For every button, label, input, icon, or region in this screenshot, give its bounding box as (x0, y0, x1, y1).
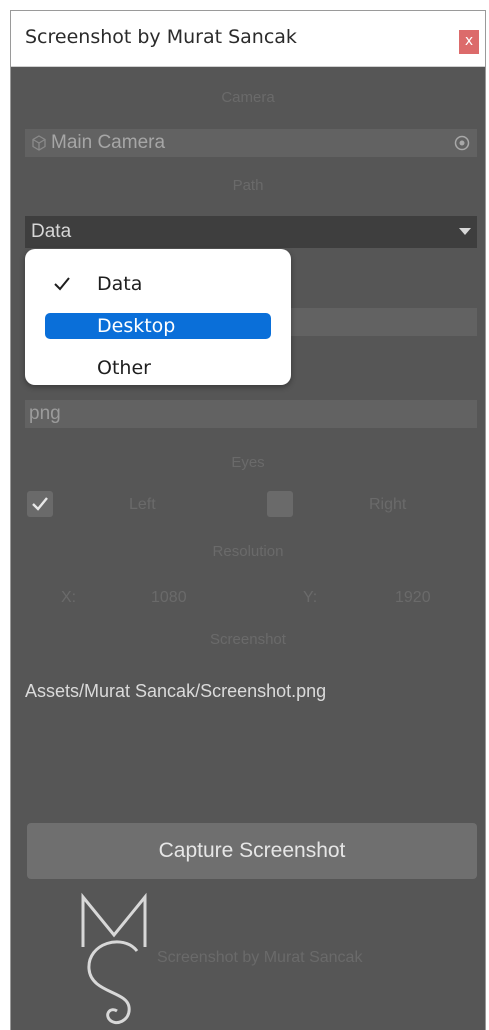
eyes-label: Eyes (231, 454, 265, 471)
checkmark-icon (54, 277, 70, 291)
resolution-y-field[interactable]: 1920 (395, 589, 431, 607)
path-selected-value: Data (31, 221, 72, 242)
menu-item-label: Desktop (97, 315, 176, 337)
menu-item-label: Data (97, 273, 143, 295)
menu-item-desktop[interactable]: Desktop (45, 313, 271, 339)
camera-label: Camera (221, 89, 275, 106)
resolution-label: Resolution (212, 543, 284, 560)
resolution-x-label: X: (61, 589, 77, 606)
title-bar: Screenshot by Murat Sancak x (11, 11, 485, 67)
left-eye-checkbox[interactable] (27, 491, 53, 517)
screenshot-path: Assets/Murat Sancak/Screenshot.png (25, 681, 327, 701)
checkmark-icon (32, 497, 48, 511)
right-eye-label: Right (369, 496, 407, 513)
left-eye-label: Left (129, 496, 156, 513)
path-dropdown[interactable]: Data (25, 216, 477, 248)
capture-screenshot-button[interactable]: Capture Screenshot (27, 823, 477, 879)
chevron-down-icon (459, 228, 471, 235)
screenshot-window: Screenshot by Murat Sancak x Camera Main… (10, 10, 486, 1030)
format-field[interactable]: png (25, 400, 477, 428)
cube-icon (32, 135, 46, 151)
footer-logo-text: Screenshot by Murat Sancak (157, 949, 363, 966)
menu-item-label: Other (97, 357, 151, 379)
resolution-x-field[interactable]: 1080 (151, 589, 187, 607)
screenshot-label: Screenshot (210, 631, 286, 648)
camera-value: Main Camera (51, 132, 166, 153)
logo-icon (81, 892, 147, 1024)
path-dropdown-menu: Data Desktop Other (25, 249, 291, 385)
menu-item-other[interactable]: Other (45, 355, 271, 381)
camera-field[interactable]: Main Camera (25, 129, 477, 157)
resolution-y-label: Y: (303, 589, 318, 606)
format-value: png (29, 403, 61, 424)
right-eye-checkbox[interactable] (267, 491, 293, 517)
close-button[interactable]: x (459, 30, 479, 54)
object-picker-icon[interactable] (453, 134, 471, 152)
path-label: Path (232, 177, 264, 194)
window-title: Screenshot by Murat Sancak (25, 26, 297, 48)
menu-item-data[interactable]: Data (45, 271, 271, 297)
